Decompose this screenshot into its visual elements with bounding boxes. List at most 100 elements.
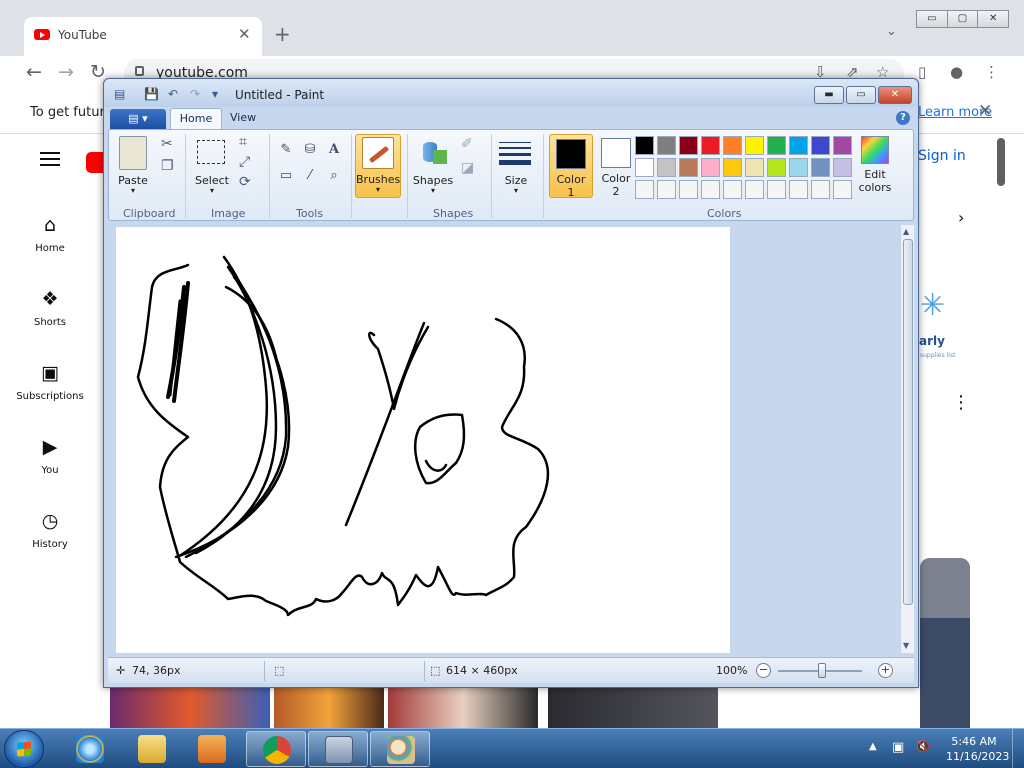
pencil-icon[interactable]: ✎ xyxy=(276,140,296,160)
tab-youtube[interactable]: YouTube ✕ xyxy=(24,17,262,56)
palette-swatch[interactable] xyxy=(701,136,720,155)
palette-swatch[interactable] xyxy=(635,136,654,155)
palette-swatch[interactable] xyxy=(789,158,808,177)
palette-swatch[interactable] xyxy=(723,158,742,177)
palette-swatch[interactable] xyxy=(657,136,676,155)
eraser-icon[interactable]: ▭ xyxy=(276,166,296,186)
paint-file-menu-button[interactable]: ▤ ▾ xyxy=(110,109,166,129)
palette-swatch[interactable] xyxy=(657,158,676,177)
page-scrollbar[interactable] xyxy=(997,138,1005,186)
undo-icon[interactable]: ↶ xyxy=(168,87,178,101)
scroll-down-icon[interactable]: ▼ xyxy=(903,641,909,650)
tab-search-icon[interactable]: ⌄ xyxy=(886,24,897,39)
save-icon[interactable]: 💾 xyxy=(144,87,159,101)
redo-icon[interactable]: ↷ xyxy=(190,87,200,101)
show-desktop-button[interactable] xyxy=(1012,729,1024,768)
palette-swatch[interactable] xyxy=(723,136,742,155)
shape-fill-icon[interactable]: ◪ xyxy=(461,160,474,176)
palette-swatch[interactable] xyxy=(811,180,830,199)
tab-home[interactable]: Home xyxy=(170,108,222,130)
side-panel-icon[interactable]: ▯ xyxy=(918,63,926,81)
paint-title-bar[interactable]: ▤ 💾 ↶ ↷ ▾ Untitled - Paint ▬ ▭ ✕ xyxy=(104,79,918,107)
info-bar-close-icon[interactable]: ✕ xyxy=(978,101,992,121)
hamburger-menu-icon[interactable] xyxy=(40,152,60,166)
magnifier-icon[interactable]: ⌕ xyxy=(324,166,344,186)
paint-maximize-button[interactable]: ▭ xyxy=(846,86,876,104)
drawing-canvas[interactable] xyxy=(116,227,730,653)
palette-swatch[interactable] xyxy=(833,158,852,177)
zoom-slider-thumb[interactable] xyxy=(818,663,826,678)
scroll-up-icon[interactable]: ▲ xyxy=(903,227,909,236)
taskbar-media-player[interactable] xyxy=(182,731,242,767)
video-thumbnail[interactable] xyxy=(388,688,538,728)
tab-view[interactable]: View xyxy=(230,111,256,124)
palette-swatch[interactable] xyxy=(745,180,764,199)
taskbar-chrome[interactable] xyxy=(246,731,306,767)
paint-app-icon[interactable]: ▤ xyxy=(114,87,125,101)
customize-quick-access-icon[interactable]: ▾ xyxy=(212,87,218,101)
crop-icon[interactable]: ⌗ xyxy=(239,134,247,150)
palette-swatch[interactable] xyxy=(789,180,808,199)
show-hidden-icons[interactable]: ▲ xyxy=(869,741,877,752)
nav-subscriptions[interactable]: ▣ Subscriptions xyxy=(0,362,100,402)
nav-history[interactable]: ◷ History xyxy=(0,510,100,550)
video-thumbnail[interactable] xyxy=(274,688,384,728)
taskbar-calculator[interactable] xyxy=(308,731,368,767)
palette-swatch[interactable] xyxy=(701,180,720,199)
video-thumbnail[interactable] xyxy=(110,688,270,728)
outline-icon[interactable]: ✐ xyxy=(461,136,473,152)
palette-swatch[interactable] xyxy=(723,180,742,199)
taskbar-file-explorer[interactable] xyxy=(122,731,182,767)
palette-swatch[interactable] xyxy=(679,158,698,177)
palette-swatch[interactable] xyxy=(833,180,852,199)
sign-in-button[interactable]: Sign in xyxy=(918,148,966,164)
color1-button[interactable]: Color 1 xyxy=(549,134,593,199)
more-options-icon[interactable]: ⋮ xyxy=(952,392,970,413)
palette-swatch[interactable] xyxy=(679,136,698,155)
resize-icon[interactable]: ⤢ xyxy=(239,154,250,170)
system-clock[interactable]: 5:46 AM 11/16/2023 xyxy=(946,734,1009,764)
brushes-button[interactable]: Brushes ▾ xyxy=(355,134,401,198)
palette-swatch[interactable] xyxy=(635,180,654,199)
palette-swatch[interactable] xyxy=(833,136,852,155)
taskbar-paint[interactable] xyxy=(370,731,430,767)
maximize-button[interactable]: ▢ xyxy=(946,10,979,28)
palette-swatch[interactable] xyxy=(767,136,786,155)
zoom-in-button[interactable]: + xyxy=(878,663,893,678)
palette-swatch[interactable] xyxy=(745,136,764,155)
palette-swatch[interactable] xyxy=(767,180,786,199)
back-icon[interactable]: ← xyxy=(26,61,42,83)
scrollbar-thumb[interactable] xyxy=(903,239,913,605)
nav-home[interactable]: ⌂ Home xyxy=(0,214,100,254)
nav-you[interactable]: ▶ You xyxy=(0,436,100,476)
cut-icon[interactable]: ✂ xyxy=(161,136,173,152)
forward-icon[interactable]: → xyxy=(58,61,74,83)
canvas-vertical-scrollbar[interactable]: ▲ ▼ xyxy=(900,225,914,653)
close-button[interactable]: ✕ xyxy=(977,10,1010,28)
start-button[interactable] xyxy=(4,730,44,768)
paint-minimize-button[interactable]: ▬ xyxy=(814,86,844,104)
copy-icon[interactable]: ❐ xyxy=(161,158,174,174)
palette-swatch[interactable] xyxy=(789,136,808,155)
rotate-icon[interactable]: ⟳ xyxy=(239,174,251,190)
edit-colors-button[interactable]: Edit colors xyxy=(857,136,897,200)
palette-swatch[interactable] xyxy=(811,158,830,177)
palette-swatch[interactable] xyxy=(679,180,698,199)
network-icon[interactable]: ▣ xyxy=(892,740,904,755)
palette-swatch[interactable] xyxy=(745,158,764,177)
taskbar-internet-explorer[interactable] xyxy=(60,731,120,767)
palette-swatch[interactable] xyxy=(701,158,720,177)
paint-close-button[interactable]: ✕ xyxy=(878,86,912,104)
zoom-out-button[interactable]: − xyxy=(756,663,771,678)
palette-swatch[interactable] xyxy=(635,158,654,177)
video-thumbnail[interactable] xyxy=(548,688,718,728)
new-tab-button[interactable]: + xyxy=(274,22,291,46)
palette-swatch[interactable] xyxy=(767,158,786,177)
chevron-right-icon[interactable]: › xyxy=(958,208,964,227)
profile-avatar-icon[interactable]: ● xyxy=(950,63,963,81)
volume-muted-icon[interactable]: 🔇 xyxy=(916,740,930,753)
nav-shorts[interactable]: ❖ Shorts xyxy=(0,288,100,328)
color-picker-icon[interactable]: ⁄ xyxy=(300,166,320,186)
tab-close-icon[interactable]: ✕ xyxy=(238,25,251,43)
fill-icon[interactable]: ⛁ xyxy=(300,140,320,160)
